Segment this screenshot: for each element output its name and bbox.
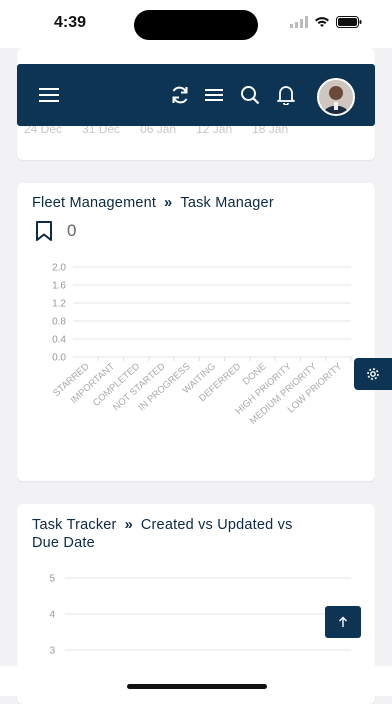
y-tick-label: 3	[49, 646, 55, 657]
y-tick-label: 4	[49, 610, 55, 621]
dynamic-island	[134, 10, 258, 40]
breadcrumb-separator: »	[164, 195, 173, 211]
card-breadcrumb: Task Tracker » Created vs Updated vs Due D…	[32, 516, 293, 552]
breadcrumb-parent[interactable]: Fleet Management	[32, 195, 156, 211]
home-bar-area	[0, 666, 392, 696]
signal-icon	[290, 16, 308, 28]
status-icons	[290, 16, 362, 28]
status-time: 4:39	[54, 14, 87, 31]
menu-icon	[39, 88, 59, 102]
refresh-button[interactable]	[163, 64, 197, 126]
y-tick-label: 2.0	[52, 263, 66, 274]
bookmark-button[interactable]	[35, 221, 53, 246]
y-tick-label: 1.2	[52, 299, 66, 310]
bell-icon	[277, 86, 295, 105]
wifi-icon	[315, 17, 329, 27]
breadcrumb-current-cont: Due Date	[32, 535, 95, 551]
y-tick-label: 5	[49, 574, 55, 585]
breadcrumb-separator: »	[124, 517, 133, 533]
y-tick-label: 1.6	[52, 281, 66, 292]
settings-tab[interactable]	[354, 358, 392, 390]
avatar[interactable]	[317, 78, 355, 116]
notifications-button[interactable]	[269, 64, 303, 126]
home-indicator	[127, 684, 267, 689]
created-updated-due-chart: 5 4 3	[49, 574, 351, 657]
breadcrumb-parent[interactable]: Task Tracker	[32, 517, 117, 533]
menu-button[interactable]	[31, 64, 67, 126]
gear-icon	[367, 368, 379, 380]
breadcrumb-current: Task Manager	[180, 195, 274, 211]
y-tick-label: 0.0	[52, 353, 66, 364]
card-breadcrumb: Fleet Management » Task Manager	[32, 195, 274, 211]
user-photo-icon	[319, 80, 353, 114]
y-tick-label: 0.4	[52, 335, 66, 346]
y-tick-label: 0.8	[52, 317, 66, 328]
status-bar: 4:39	[0, 0, 392, 48]
arrow-up-icon	[339, 616, 347, 627]
refresh-icon	[172, 86, 188, 104]
scroll-to-top-button[interactable]	[325, 606, 361, 638]
search-icon	[241, 86, 260, 105]
bookmark-icon	[36, 221, 52, 241]
list-button[interactable]	[197, 64, 231, 126]
search-button[interactable]	[233, 64, 267, 126]
breadcrumb-current: Created vs Updated vs	[140, 517, 293, 533]
task-status-chart: 2.01.61.20.80.40.0STARREDIMPORTANTCOMPLE…	[51, 263, 352, 427]
list-icon	[205, 89, 223, 101]
battery-icon	[336, 16, 362, 28]
task-manager-card: Fleet Management » Task Manager 0 2.0 1.6 1.…	[17, 183, 375, 481]
top-navbar	[17, 64, 375, 126]
task-count: 0	[67, 221, 77, 240]
